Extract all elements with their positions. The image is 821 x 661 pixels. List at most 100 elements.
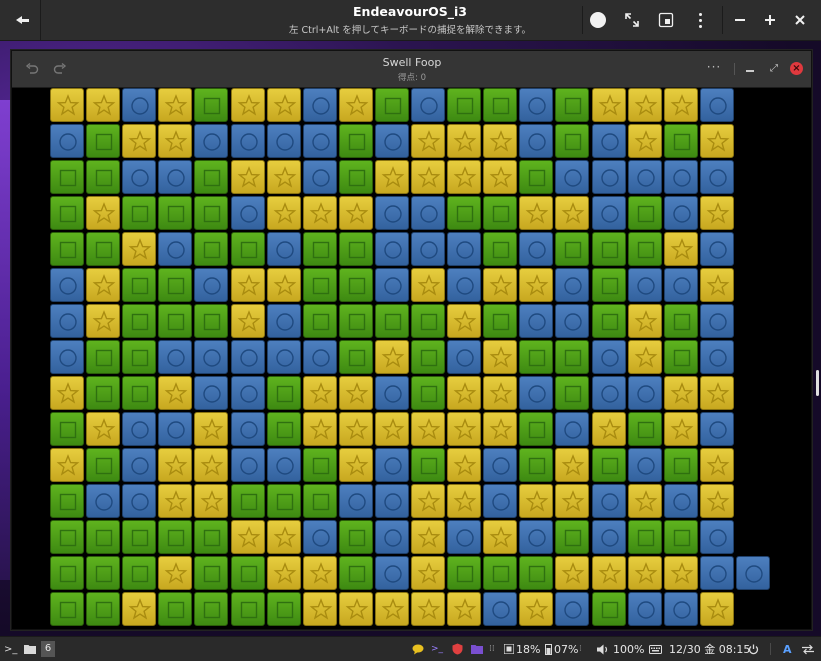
tile-green-square[interactable] <box>447 88 482 122</box>
tile-yellow-star[interactable] <box>699 268 734 302</box>
tile-green-square[interactable] <box>122 376 157 410</box>
tile-blue-circle[interactable] <box>374 556 409 590</box>
tile-blue-circle[interactable] <box>555 592 590 626</box>
tile-green-square[interactable] <box>194 88 229 122</box>
tile-green-square[interactable] <box>230 232 265 266</box>
tile-blue-circle[interactable] <box>122 484 157 518</box>
game-maximize-button[interactable]: ⤢ <box>766 61 782 77</box>
tile-blue-circle[interactable] <box>591 376 626 410</box>
tile-yellow-star[interactable] <box>266 520 301 554</box>
tile-green-square[interactable] <box>627 520 662 554</box>
tile-blue-circle[interactable] <box>699 160 734 194</box>
tile-yellow-star[interactable] <box>158 88 193 122</box>
tile-green-square[interactable] <box>266 484 301 518</box>
tile-blue-circle[interactable] <box>158 232 193 266</box>
tile-yellow-star[interactable] <box>122 232 157 266</box>
tile-blue-circle[interactable] <box>230 448 265 482</box>
tile-blue-circle[interactable] <box>302 160 337 194</box>
tile-blue-circle[interactable] <box>555 304 590 338</box>
tile-yellow-star[interactable] <box>483 376 518 410</box>
tile-yellow-star[interactable] <box>230 88 265 122</box>
tile-yellow-star[interactable] <box>302 592 337 626</box>
tile-green-square[interactable] <box>158 592 193 626</box>
tile-yellow-star[interactable] <box>158 448 193 482</box>
tile-yellow-star[interactable] <box>266 160 301 194</box>
tile-green-square[interactable] <box>302 448 337 482</box>
tile-yellow-star[interactable] <box>447 484 482 518</box>
tile-yellow-star[interactable] <box>483 340 518 374</box>
tile-blue-circle[interactable] <box>591 484 626 518</box>
tile-yellow-star[interactable] <box>50 88 84 122</box>
tile-yellow-star[interactable] <box>483 160 518 194</box>
tile-blue-circle[interactable] <box>266 232 301 266</box>
tile-blue-circle[interactable] <box>663 196 698 230</box>
tile-green-square[interactable] <box>302 268 337 302</box>
tile-green-square[interactable] <box>50 592 84 626</box>
tile-green-square[interactable] <box>555 376 590 410</box>
tile-blue-circle[interactable] <box>663 268 698 302</box>
tile-green-square[interactable] <box>447 556 482 590</box>
tile-green-square[interactable] <box>663 124 698 158</box>
tile-yellow-star[interactable] <box>411 556 445 590</box>
tile-yellow-star[interactable] <box>627 556 662 590</box>
tile-yellow-star[interactable] <box>447 304 482 338</box>
chat-tray[interactable] <box>412 637 424 661</box>
tile-green-square[interactable] <box>519 160 554 194</box>
tile-yellow-star[interactable] <box>230 520 265 554</box>
tile-green-square[interactable] <box>194 304 229 338</box>
screenshot-button[interactable] <box>648 0 684 40</box>
tile-yellow-star[interactable] <box>86 304 121 338</box>
tile-yellow-star[interactable] <box>266 88 301 122</box>
tile-yellow-star[interactable] <box>555 196 590 230</box>
tile-yellow-star[interactable] <box>86 88 121 122</box>
tile-yellow-star[interactable] <box>230 304 265 338</box>
tile-yellow-star[interactable] <box>447 412 482 446</box>
tile-blue-circle[interactable] <box>699 340 734 374</box>
tile-yellow-star[interactable] <box>338 196 373 230</box>
tile-yellow-star[interactable] <box>447 124 482 158</box>
tile-green-square[interactable] <box>555 88 590 122</box>
tile-yellow-star[interactable] <box>483 412 518 446</box>
tile-green-square[interactable] <box>591 448 626 482</box>
tile-green-square[interactable] <box>86 520 121 554</box>
tile-blue-circle[interactable] <box>591 520 626 554</box>
tile-green-square[interactable] <box>555 340 590 374</box>
network-indicator[interactable] <box>801 637 815 661</box>
tile-yellow-star[interactable] <box>338 592 373 626</box>
tile-blue-circle[interactable] <box>302 340 337 374</box>
tile-green-square[interactable] <box>338 304 373 338</box>
tile-green-square[interactable] <box>158 520 193 554</box>
tile-green-square[interactable] <box>411 304 445 338</box>
folder-tray[interactable] <box>471 637 483 661</box>
tile-green-square[interactable] <box>663 304 698 338</box>
tile-yellow-star[interactable] <box>302 196 337 230</box>
tile-blue-circle[interactable] <box>230 340 265 374</box>
tile-blue-circle[interactable] <box>555 268 590 302</box>
tile-yellow-star[interactable] <box>338 448 373 482</box>
tile-blue-circle[interactable] <box>374 376 409 410</box>
tile-blue-circle[interactable] <box>230 412 265 446</box>
tile-yellow-star[interactable] <box>86 268 121 302</box>
tile-green-square[interactable] <box>86 592 121 626</box>
tile-green-square[interactable] <box>50 484 84 518</box>
tile-green-square[interactable] <box>230 592 265 626</box>
tile-green-square[interactable] <box>194 520 229 554</box>
tile-green-square[interactable] <box>50 196 84 230</box>
tile-green-square[interactable] <box>194 160 229 194</box>
workspace-indicator[interactable]: 6 <box>41 641 55 657</box>
tile-yellow-star[interactable] <box>699 448 734 482</box>
tile-green-square[interactable] <box>483 196 518 230</box>
tile-yellow-star[interactable] <box>266 556 301 590</box>
tile-blue-circle[interactable] <box>447 232 482 266</box>
tile-blue-circle[interactable] <box>158 412 193 446</box>
tile-blue-circle[interactable] <box>447 520 482 554</box>
tile-blue-circle[interactable] <box>699 304 734 338</box>
tile-blue-circle[interactable] <box>374 448 409 482</box>
tile-blue-circle[interactable] <box>663 592 698 626</box>
tile-green-square[interactable] <box>266 592 301 626</box>
tile-yellow-star[interactable] <box>338 376 373 410</box>
tile-yellow-star[interactable] <box>663 376 698 410</box>
tile-green-square[interactable] <box>50 520 84 554</box>
record-button[interactable] <box>580 0 616 40</box>
tile-green-square[interactable] <box>519 448 554 482</box>
